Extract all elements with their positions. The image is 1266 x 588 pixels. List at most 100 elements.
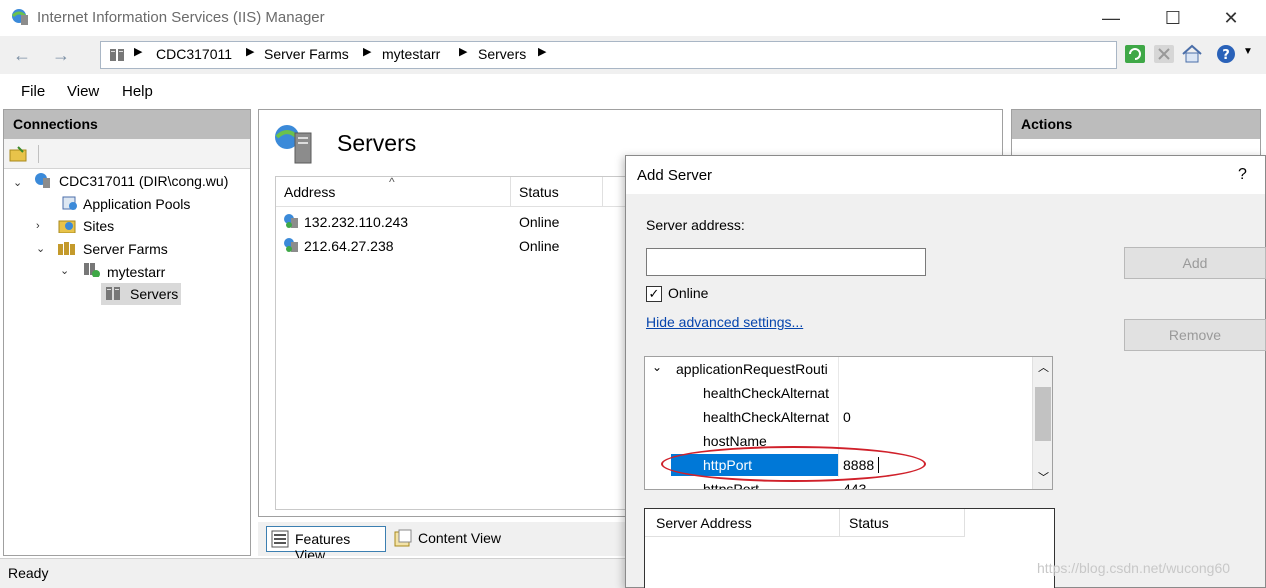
hide-advanced-settings-link[interactable]: Hide advanced settings...	[646, 314, 803, 330]
row-address: 132.232.110.243	[304, 214, 409, 230]
property-row[interactable]: hostName	[645, 429, 1035, 453]
tree-item-server[interactable]: CDC317011 (DIR\cong.wu)	[59, 173, 228, 189]
window-title: Internet Information Services (IIS) Mana…	[37, 9, 325, 26]
tree-item-farm[interactable]: mytestarr	[107, 264, 165, 280]
view-tabs: Features View Content View	[258, 522, 628, 563]
scroll-down-icon[interactable]: ﹀	[1038, 469, 1049, 485]
property-name: httpsPort	[703, 481, 760, 490]
property-row[interactable]: healthCheckAlternat	[645, 381, 1035, 405]
actions-header: Actions	[1012, 110, 1260, 139]
property-value[interactable]: 8888	[843, 457, 874, 473]
tree-item-servers[interactable]: Servers	[130, 286, 178, 302]
features-view-icon	[271, 530, 289, 548]
connections-pane: Connections ⌄ CDC317011 (DIR\cong.wu) Ap…	[3, 109, 251, 556]
title-bar: Internet Information Services (IIS) Mana…	[0, 0, 1266, 36]
expand-chevron-icon[interactable]: ⌄	[13, 176, 22, 189]
advanced-settings-grid[interactable]: ⌄ applicationRequestRouti healthCheckAlt…	[644, 356, 1053, 490]
server-farm-icon	[84, 263, 100, 277]
expand-chevron-icon[interactable]: ⌄	[60, 264, 69, 277]
sites-icon	[58, 220, 76, 233]
server-online-icon	[284, 214, 298, 228]
iis-app-icon	[11, 9, 28, 25]
row-address: 212.64.27.238	[304, 238, 394, 254]
breadcrumb-separator: ▶	[134, 46, 143, 58]
breadcrumb-separator: ▶	[538, 46, 547, 58]
property-section-name: applicationRequestRouti	[676, 361, 828, 377]
tree-item-server-farms[interactable]: Server Farms	[83, 241, 168, 257]
address-breadcrumb[interactable]: ▶ CDC317011 ▶ Server Farms ▶ mytestarr ▶…	[100, 41, 1117, 69]
help-icon[interactable]: ?	[1215, 43, 1237, 65]
online-label: Online	[668, 285, 709, 301]
server-farms-icon	[58, 242, 75, 255]
application-pools-icon	[62, 196, 77, 210]
scroll-up-icon[interactable]: ︿	[1038, 359, 1049, 375]
breadcrumb-separator: ▶	[459, 46, 468, 58]
tab-content-view[interactable]: Content View	[390, 526, 514, 552]
status-text: Ready	[8, 565, 49, 581]
collapse-chevron-icon[interactable]: ›	[36, 220, 40, 232]
check-icon: ✓	[648, 286, 660, 301]
maximize-button[interactable]: ☐	[1150, 4, 1196, 32]
server-address-label: Server address:	[646, 217, 745, 233]
breadcrumb-farm[interactable]: mytestarr	[382, 46, 440, 62]
close-button[interactable]: ✕	[1208, 4, 1254, 32]
text-cursor	[878, 457, 879, 473]
home-icon[interactable]	[1181, 43, 1203, 65]
back-button[interactable]: ←	[9, 43, 35, 69]
refresh-icon[interactable]	[1124, 43, 1146, 65]
column-divider	[839, 509, 840, 537]
content-view-icon	[394, 529, 412, 547]
connect-icon[interactable]	[9, 145, 29, 163]
property-name: httpPort	[703, 457, 753, 473]
property-name: healthCheckAlternat	[703, 385, 830, 401]
breadcrumb-server-farms[interactable]: Server Farms	[264, 46, 349, 62]
watermark-text: https://blog.csdn.net/wucong60	[1037, 560, 1231, 576]
column-divider	[510, 177, 511, 207]
expand-chevron-icon[interactable]: ⌄	[36, 242, 45, 255]
tree-item-application-pools[interactable]: Application Pools	[83, 196, 190, 212]
breadcrumb-separator: ▶	[246, 46, 255, 58]
minimize-button[interactable]: —	[1088, 4, 1134, 32]
property-row[interactable]: healthCheckAlternat 0	[645, 405, 1035, 429]
property-section-row[interactable]: ⌄ applicationRequestRouti	[645, 357, 1035, 477]
section-collapse-icon[interactable]: ⌄	[652, 360, 662, 374]
servers-page-icon	[275, 125, 312, 164]
column-header-status[interactable]: Status	[519, 184, 559, 200]
property-row[interactable]: httpsPort 443	[645, 477, 1035, 490]
row-status: Online	[519, 214, 560, 230]
navigation-bar: ← → ▶ CDC317011 ▶ Server Farms ▶ mytesta…	[0, 36, 1266, 74]
dialog-help-button[interactable]: ?	[1238, 166, 1247, 184]
server-farm-icon	[110, 49, 124, 61]
forward-button[interactable]: →	[48, 43, 74, 69]
breadcrumb-servers[interactable]: Servers	[478, 46, 526, 62]
server-list[interactable]: Server Address Status	[644, 508, 1055, 588]
stop-icon[interactable]	[1153, 43, 1175, 65]
connections-toolbar	[4, 139, 250, 169]
server-online-icon	[284, 238, 298, 252]
property-row-selected[interactable]: httpPort 8888	[645, 453, 1035, 477]
column-header-address[interactable]: Address	[284, 184, 335, 200]
server-address-input[interactable]	[646, 248, 926, 276]
add-button[interactable]: Add	[1124, 247, 1266, 279]
property-value[interactable]: 0	[843, 409, 851, 425]
menu-view[interactable]: View	[67, 83, 99, 100]
tab-features-view[interactable]: Features View	[266, 526, 386, 563]
column-header-server-address[interactable]: Server Address	[656, 515, 752, 531]
online-checkbox[interactable]: ✓	[646, 286, 662, 302]
menu-help[interactable]: Help	[122, 83, 153, 100]
add-server-dialog: Add Server ? Server address: ✓ Online Hi…	[625, 155, 1266, 588]
column-divider	[602, 177, 603, 207]
scrollbar-thumb[interactable]	[1035, 387, 1051, 441]
sort-ascending-icon: ^	[389, 175, 395, 189]
tree-item-sites[interactable]: Sites	[83, 218, 114, 234]
property-grid-scrollbar[interactable]: ︿ ﹀	[1032, 357, 1052, 489]
property-name: hostName	[703, 433, 767, 449]
dialog-title: Add Server	[637, 167, 713, 184]
breadcrumb-server[interactable]: CDC317011	[156, 46, 232, 62]
remove-button[interactable]: Remove	[1124, 319, 1266, 351]
toolbar-divider	[38, 145, 39, 163]
column-header-status[interactable]: Status	[849, 515, 889, 531]
menu-file[interactable]: File	[21, 83, 45, 100]
property-value[interactable]: 443	[843, 481, 866, 489]
help-dropdown-icon[interactable]: ▼	[1243, 46, 1253, 57]
